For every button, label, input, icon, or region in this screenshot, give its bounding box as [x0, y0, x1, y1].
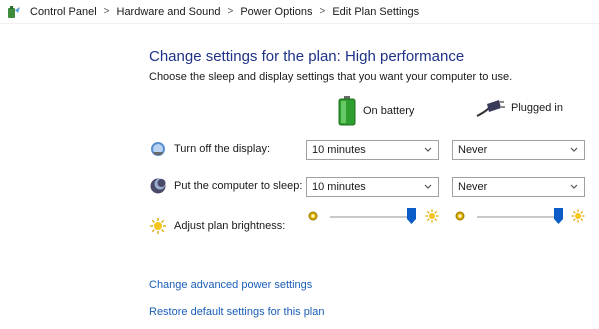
sleep-moon-icon: [150, 178, 166, 194]
breadcrumb-hardware-and-sound[interactable]: Hardware and Sound: [117, 6, 221, 18]
page-title: Change settings for the plan: High perfo…: [149, 48, 465, 65]
breadcrumb-control-panel[interactable]: Control Panel: [30, 6, 97, 18]
restore-default-settings-link[interactable]: Restore default settings for this plan: [149, 306, 324, 318]
breadcrumb-separator: >: [227, 6, 234, 17]
slider-track: [330, 216, 416, 218]
display-plugged-select[interactable]: Never: [452, 140, 585, 160]
display-plugged-value: Never: [458, 144, 488, 156]
sleep-plugged-select[interactable]: Never: [452, 177, 585, 197]
display-setting-label: Turn off the display:: [149, 140, 270, 158]
bright-sun-icon: [571, 209, 585, 223]
brightness-label-text: Adjust plan brightness:: [174, 220, 286, 232]
sleep-plugged-value: Never: [458, 181, 488, 193]
slider-thumb[interactable]: [407, 208, 416, 224]
change-advanced-power-settings-link[interactable]: Change advanced power settings: [149, 279, 312, 291]
brightness-setting-label: Adjust plan brightness:: [149, 217, 285, 235]
plugged-brightness-slider[interactable]: [477, 206, 563, 230]
display-label-text: Turn off the display:: [174, 143, 270, 155]
plugged-in-label: Plugged in: [511, 102, 563, 114]
dim-sun-icon: [455, 211, 465, 221]
power-options-icon: [8, 5, 20, 18]
breadcrumb: Control Panel > Hardware and Sound > Pow…: [0, 0, 599, 24]
dim-sun-icon: [308, 211, 318, 221]
display-battery-select[interactable]: 10 minutes: [306, 140, 439, 160]
bright-sun-icon: [425, 209, 439, 223]
sleep-setting-label: Put the computer to sleep:: [149, 177, 302, 195]
breadcrumb-power-options[interactable]: Power Options: [240, 6, 312, 18]
sleep-battery-select[interactable]: 10 minutes: [306, 177, 439, 197]
monitor-icon: [151, 142, 165, 156]
battery-icon: [338, 96, 356, 126]
sleep-label-text: Put the computer to sleep:: [174, 180, 303, 192]
page-subtitle: Choose the sleep and display settings th…: [149, 71, 513, 83]
breadcrumb-separator: >: [103, 6, 110, 17]
display-battery-value: 10 minutes: [312, 144, 366, 156]
sleep-battery-value: 10 minutes: [312, 181, 366, 193]
brightness-sun-icon: [150, 218, 166, 234]
battery-brightness-slider[interactable]: [330, 206, 416, 230]
breadcrumb-separator: >: [319, 6, 326, 17]
chevron-down-icon: [424, 184, 432, 189]
slider-thumb[interactable]: [554, 208, 563, 224]
breadcrumb-edit-plan-settings[interactable]: Edit Plan Settings: [332, 6, 419, 18]
on-battery-label: On battery: [363, 105, 415, 117]
slider-track: [477, 216, 563, 218]
column-header-on-battery: On battery: [337, 96, 414, 126]
chevron-down-icon: [570, 147, 578, 152]
chevron-down-icon: [424, 147, 432, 152]
power-plug-icon: [476, 100, 505, 117]
column-header-plugged-in: Plugged in: [475, 96, 563, 120]
chevron-down-icon: [570, 184, 578, 189]
